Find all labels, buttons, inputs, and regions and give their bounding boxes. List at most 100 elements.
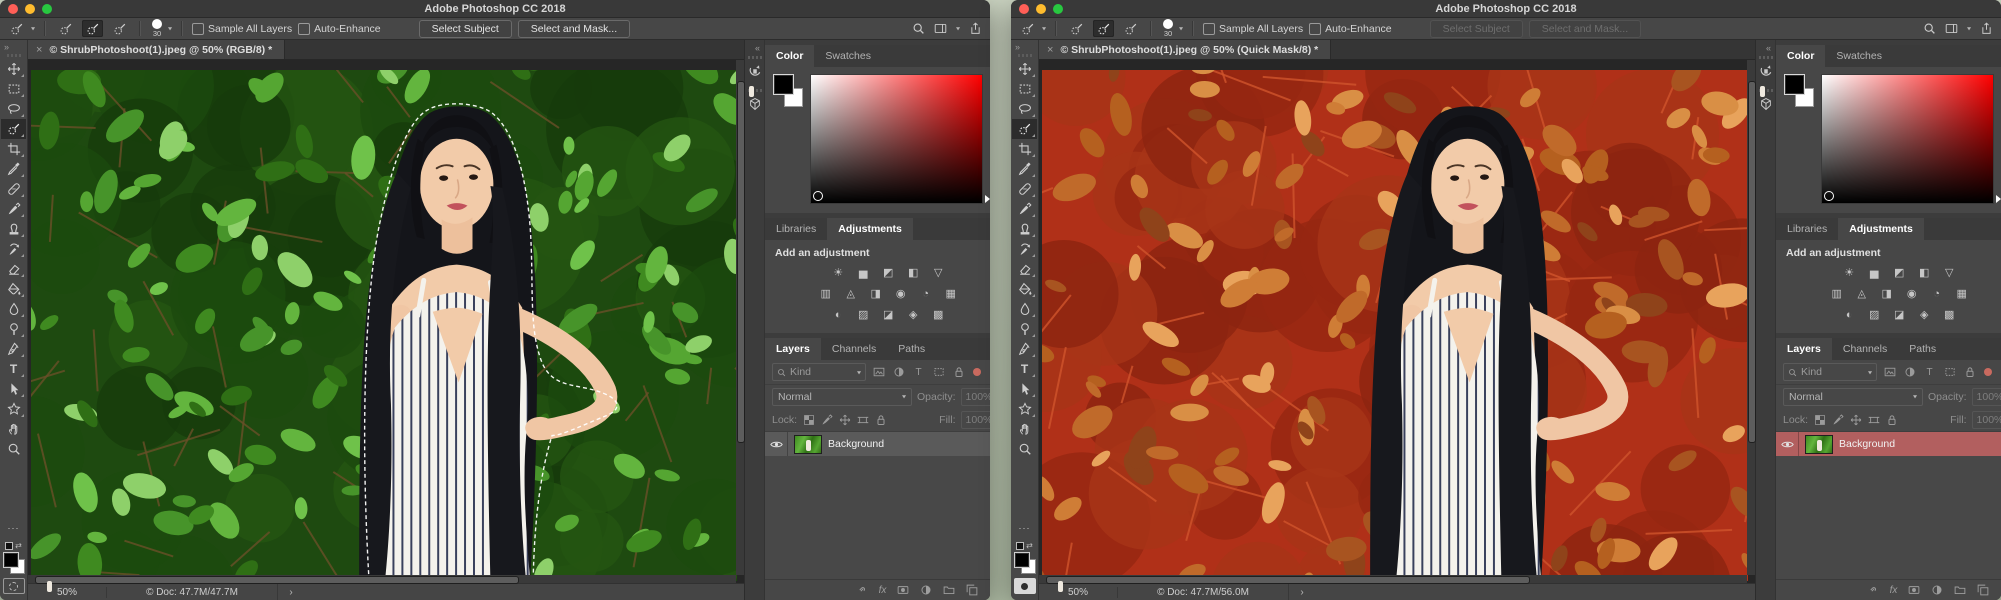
filter-pixel-layers-icon[interactable] <box>871 365 886 380</box>
vibrance-icon[interactable]: ▽ <box>1941 266 1957 281</box>
color-panel-swatches[interactable] <box>773 74 803 108</box>
tab-layers[interactable]: Layers <box>765 338 821 360</box>
threshold-icon[interactable]: ◪ <box>880 308 896 323</box>
eyedropper-tool[interactable] <box>1 159 26 179</box>
layer-row-background[interactable]: Background <box>765 432 990 456</box>
lasso-tool[interactable] <box>1012 99 1037 119</box>
dodge-tool[interactable] <box>1012 319 1037 339</box>
dodge-tool[interactable] <box>1 319 26 339</box>
spot-healing-brush-tool[interactable] <box>1012 179 1037 199</box>
color-balance-icon[interactable]: ◬ <box>1854 287 1870 302</box>
clone-stamp-tool[interactable] <box>1012 219 1037 239</box>
horizontal-scrollbar[interactable] <box>1039 575 1747 583</box>
filter-type-layers-icon[interactable]: T <box>911 365 926 380</box>
new-adjustment-layer-icon[interactable] <box>920 584 932 596</box>
blur-tool[interactable] <box>1 299 26 319</box>
close-window-button[interactable] <box>8 4 18 14</box>
filter-adjustment-layers-icon[interactable] <box>1902 365 1917 380</box>
lock-pixels-icon[interactable] <box>820 412 833 427</box>
filter-type-layers-icon[interactable]: T <box>1922 365 1937 380</box>
custom-shape-tool[interactable] <box>1 399 26 419</box>
invert-icon[interactable]: ◐ <box>1841 308 1857 323</box>
layer-visibility-toggle[interactable] <box>1776 432 1799 456</box>
opacity-field[interactable]: 100% ▾ <box>1972 388 2001 406</box>
new-selection-mode-button[interactable] <box>55 20 76 37</box>
quick-mask-mode-button[interactable] <box>3 578 25 594</box>
share-icon[interactable] <box>1980 22 1993 35</box>
hue-saturation-icon[interactable]: ▥ <box>1829 287 1845 302</box>
link-layers-icon[interactable] <box>1867 584 1879 596</box>
layer-style-icon[interactable]: fx <box>879 585 887 596</box>
checkbox-box[interactable] <box>192 23 204 35</box>
gradient-map-icon[interactable]: ▩ <box>930 308 946 323</box>
search-icon[interactable] <box>1923 22 1936 35</box>
new-layer-icon[interactable] <box>1977 584 1989 596</box>
tool-preset-icon[interactable] <box>8 20 25 37</box>
default-colors-icon[interactable] <box>1016 542 1024 550</box>
tab-paths[interactable]: Paths <box>887 338 936 360</box>
hue-saturation-icon[interactable]: ▥ <box>818 287 834 302</box>
path-selection-tool[interactable] <box>1012 379 1037 399</box>
color-panel-swatches[interactable] <box>1784 74 1814 108</box>
filter-pixel-layers-icon[interactable] <box>1882 365 1897 380</box>
horizontal-scrollbar[interactable] <box>28 575 736 583</box>
chevron-down-icon[interactable]: ▾ <box>956 25 960 32</box>
color-field[interactable] <box>1821 74 1994 204</box>
color-picker-handle[interactable] <box>1824 191 1834 201</box>
posterize-icon[interactable]: ▨ <box>1866 308 1882 323</box>
auto-enhance-checkbox[interactable]: Auto-Enhance <box>1309 23 1392 35</box>
lock-all-icon[interactable] <box>1885 412 1898 427</box>
checkbox-box[interactable] <box>1203 23 1215 35</box>
blend-mode-select[interactable]: Normal ▾ <box>772 388 912 406</box>
crop-tool[interactable] <box>1012 139 1037 159</box>
gradient-map-icon[interactable]: ▩ <box>1941 308 1957 323</box>
photo[interactable] <box>31 70 737 581</box>
layer-row-background[interactable]: Background <box>1776 432 2001 456</box>
lock-artboard-icon[interactable] <box>856 412 869 427</box>
checkbox-box[interactable] <box>1309 23 1321 35</box>
workspace-icon[interactable] <box>1945 22 1958 35</box>
chevron-down-icon[interactable]: ▾ <box>1179 25 1183 32</box>
foreground-color-swatch[interactable] <box>773 74 794 95</box>
lock-artboard-icon[interactable] <box>1867 412 1880 427</box>
filter-adjustment-layers-icon[interactable] <box>891 365 906 380</box>
vertical-scrollbar[interactable] <box>736 60 744 575</box>
blend-mode-select[interactable]: Normal ▾ <box>1783 388 1923 406</box>
lock-position-icon[interactable] <box>838 412 851 427</box>
chevron-down-icon[interactable]: ▾ <box>168 25 172 32</box>
clone-stamp-tool[interactable] <box>1 219 26 239</box>
panels-expand-icon[interactable]: « <box>1766 43 1775 53</box>
move-tool[interactable] <box>1 59 26 79</box>
new-layer-icon[interactable] <box>966 584 978 596</box>
foreground-color-swatch[interactable] <box>1784 74 1805 95</box>
invert-icon[interactable]: ◐ <box>830 308 846 323</box>
default-colors-icon[interactable] <box>5 542 13 550</box>
brightness-contrast-icon[interactable]: ☀ <box>830 266 846 281</box>
new-group-icon[interactable] <box>1954 584 1966 596</box>
foreground-background-swatches[interactable] <box>1014 552 1036 574</box>
tab-swatches[interactable]: Swatches <box>1825 45 1893 67</box>
toolbar-expand-icon[interactable]: » <box>4 42 9 52</box>
layer-filter-kind-select[interactable]: Kind ▾ <box>772 363 866 381</box>
toolbar-expand-icon[interactable]: » <box>1015 42 1020 52</box>
swap-colors-icon[interactable]: ⇄ <box>1026 541 1033 550</box>
add-to-selection-mode-button[interactable] <box>1093 20 1114 37</box>
tab-color[interactable]: Color <box>765 45 814 67</box>
vibrance-icon[interactable]: ▽ <box>930 266 946 281</box>
new-selection-mode-button[interactable] <box>1066 20 1087 37</box>
search-icon[interactable] <box>912 22 925 35</box>
canvas[interactable] <box>28 60 744 583</box>
select-subject-button[interactable]: Select Subject <box>419 20 512 38</box>
document-tab[interactable]: × © ShrubPhotoshoot(1).jpeg @ 50% (Quick… <box>1039 40 1331 59</box>
quick-mask-mode-button[interactable] <box>1014 578 1036 594</box>
default-swap-colors[interactable]: ⇄ <box>1016 541 1033 550</box>
photo-filter-icon[interactable]: ◉ <box>893 287 909 302</box>
tool-preset-icon[interactable] <box>1019 20 1036 37</box>
default-swap-colors[interactable]: ⇄ <box>5 541 22 550</box>
lock-transparency-icon[interactable] <box>1813 412 1826 427</box>
gradient-tool[interactable] <box>1 279 26 299</box>
edit-toolbar-icon[interactable]: ··· <box>1 518 26 538</box>
chevron-down-icon[interactable]: ▾ <box>31 25 35 32</box>
tab-libraries[interactable]: Libraries <box>1776 218 1838 240</box>
eyedropper-tool[interactable] <box>1012 159 1037 179</box>
